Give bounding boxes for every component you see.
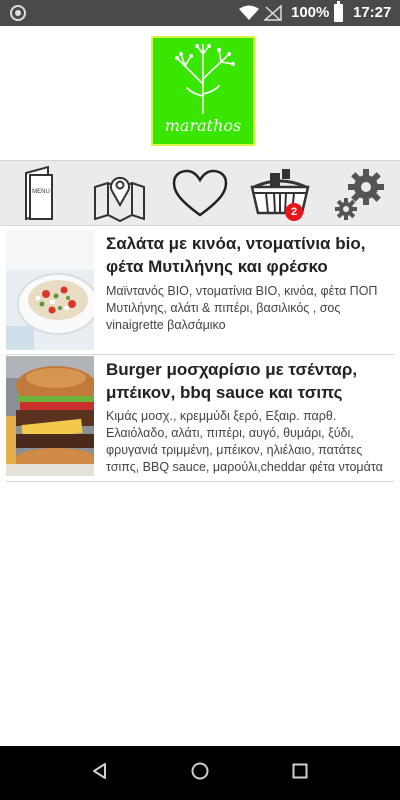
map-button[interactable] bbox=[80, 161, 160, 227]
logo-area: marathos bbox=[0, 26, 400, 160]
recents-icon[interactable] bbox=[290, 761, 310, 781]
map-icon bbox=[94, 176, 145, 223]
salad-image bbox=[6, 230, 94, 350]
cart-button[interactable] bbox=[240, 161, 320, 227]
home-icon[interactable] bbox=[190, 761, 210, 781]
no-signal-icon bbox=[264, 5, 282, 21]
item-title: Σαλάτα με κινόα, ντοματίνια bio, φέτα Μυ… bbox=[106, 234, 366, 276]
basket-icon bbox=[250, 169, 310, 215]
battery-percent: 100% bbox=[291, 4, 330, 21]
battery-icon bbox=[334, 1, 343, 22]
list-item[interactable]: Σαλάτα με κινόα, ντοματίνια bio, φέτα Μυ… bbox=[6, 230, 394, 355]
status-bar: 100% 17:27 bbox=[0, 0, 400, 26]
settings-button[interactable] bbox=[320, 161, 400, 227]
toolbar: MENU bbox=[0, 160, 400, 226]
status-time: 17:27 bbox=[353, 4, 392, 21]
favorites-button[interactable] bbox=[160, 161, 240, 227]
gear-icon bbox=[335, 169, 384, 220]
item-description: Κιμάς μοσχ., κρεμμύδι ξερό, Εξαιρ. παρθ.… bbox=[106, 409, 383, 478]
item-title: Burger μοσχαρίσιο με τσένταρ, μπέικον, b… bbox=[106, 360, 358, 402]
menu-icon-label: MENU bbox=[32, 189, 50, 195]
menu-icon: MENU bbox=[25, 165, 53, 221]
list-item[interactable]: Burger μοσχαρίσιο με τσένταρ, μπέικον, b… bbox=[6, 356, 394, 482]
notification-icon bbox=[10, 5, 26, 21]
cart-count-badge: 2 bbox=[285, 203, 303, 221]
heart-icon bbox=[172, 169, 228, 217]
system-nav-bar bbox=[0, 746, 400, 800]
wifi-icon bbox=[239, 5, 259, 20]
back-icon[interactable] bbox=[90, 761, 110, 781]
fennel-plant-icon bbox=[175, 44, 235, 114]
item-description: Μαϊντανός BIO, ντοματίνια BIO, κινόα, φέ… bbox=[106, 284, 378, 332]
app-logo[interactable]: marathos bbox=[151, 36, 255, 146]
burger-image bbox=[6, 356, 94, 476]
logo-text: marathos bbox=[164, 116, 242, 135]
menu-button[interactable]: MENU bbox=[0, 161, 80, 227]
